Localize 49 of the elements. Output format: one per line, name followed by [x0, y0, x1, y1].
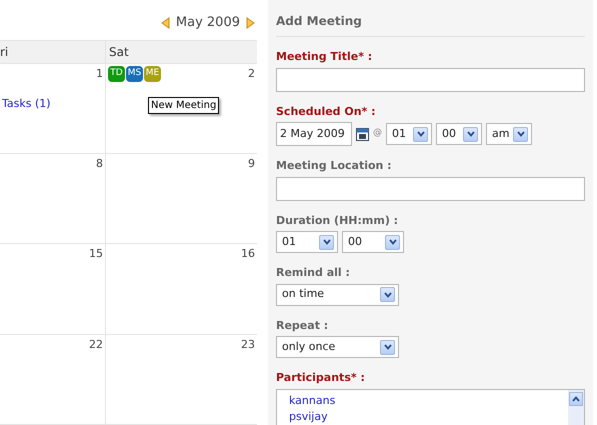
- chevron-down-icon: [416, 131, 424, 137]
- date-number: 23: [241, 336, 255, 353]
- field-label: Duration (HH:mm) :: [276, 212, 400, 228]
- dropdown[interactable]: 01: [276, 231, 338, 253]
- chevron-down-icon: [466, 131, 474, 137]
- participant-item[interactable]: kannans: [289, 392, 336, 408]
- scrollbar[interactable]: [568, 390, 584, 425]
- dropdown[interactable]: 00: [342, 231, 404, 253]
- next-month-icon[interactable]: [246, 16, 255, 29]
- date-number: 9: [248, 156, 255, 172]
- date-number: 16: [241, 246, 255, 262]
- dropdown[interactable]: am: [486, 123, 532, 145]
- chevron-down-icon: [516, 131, 524, 137]
- field-label: Meeting Location :: [276, 158, 393, 174]
- event-badge[interactable]: TD: [108, 66, 125, 82]
- participant-item[interactable]: psvijay: [289, 408, 328, 424]
- day-header: Sat: [109, 44, 129, 61]
- field-label: Meeting Title* :: [276, 49, 374, 65]
- date-number: 22: [89, 336, 103, 353]
- date-number: 15: [89, 246, 103, 262]
- tooltip: New Meeting: [148, 96, 220, 114]
- scroll-up-icon: [572, 396, 580, 402]
- dropdown[interactable]: only once: [276, 336, 399, 358]
- date-number: 1: [96, 66, 103, 82]
- previous-month-icon[interactable]: [160, 16, 170, 29]
- dropdown[interactable]: on time: [276, 284, 399, 306]
- dropdown[interactable]: 01: [386, 123, 432, 145]
- chevron-down-icon: [388, 239, 396, 245]
- field-label: Scheduled On* :: [276, 104, 377, 120]
- calendar-icon[interactable]: [356, 127, 369, 141]
- dropdown[interactable]: 00: [436, 123, 482, 145]
- panel-title: Add Meeting: [276, 14, 362, 28]
- event-badge[interactable]: MS: [126, 66, 143, 82]
- date-number: 8: [96, 156, 103, 172]
- month-title: May 2009: [176, 14, 240, 32]
- text-field[interactable]: [276, 68, 585, 92]
- chevron-down-icon: [384, 292, 392, 298]
- day-header: ri: [0, 44, 8, 61]
- participants-list[interactable]: kannans psvijay: [276, 388, 585, 425]
- field-label: Repeat :: [276, 318, 330, 334]
- tasks-link[interactable]: Tasks (1): [2, 96, 103, 113]
- field-label: Participants* :: [276, 370, 366, 386]
- field-label: Remind all :: [276, 265, 351, 281]
- text-field[interactable]: [276, 176, 585, 200]
- at-sign: @: [373, 127, 382, 140]
- chevron-down-icon: [384, 344, 392, 350]
- date-number: 2: [248, 66, 255, 82]
- date-field[interactable]: 2 May 2009: [276, 122, 352, 146]
- chevron-down-icon: [322, 239, 330, 245]
